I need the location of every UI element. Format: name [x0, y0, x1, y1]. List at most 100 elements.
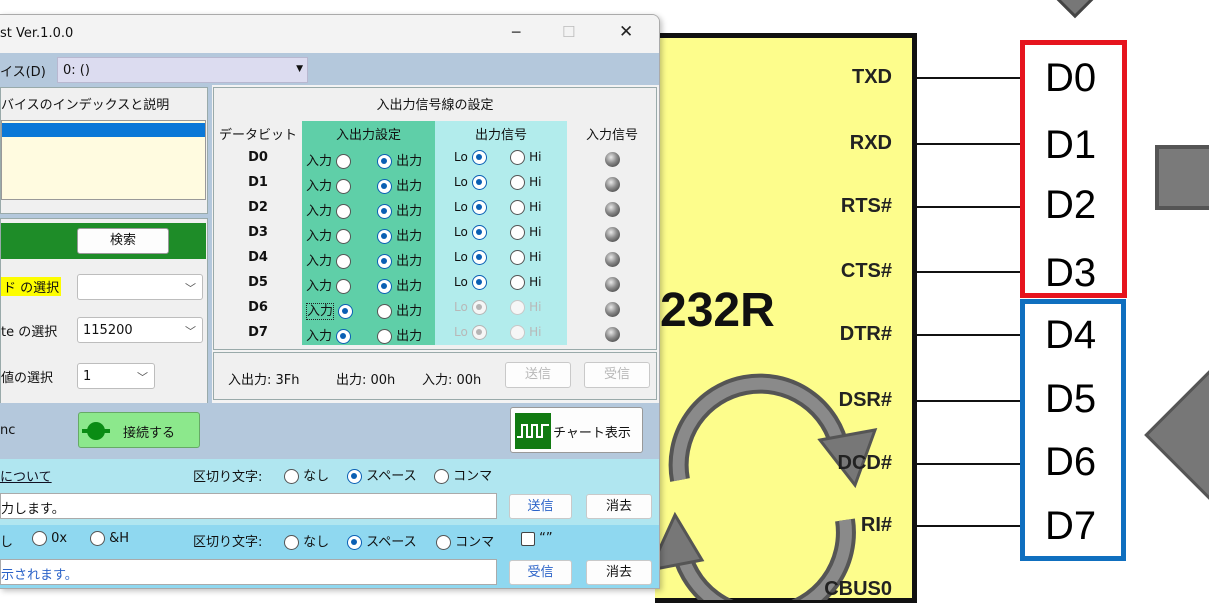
- io-hi-radio[interactable]: [510, 175, 525, 190]
- io-hi-radio[interactable]: [510, 225, 525, 240]
- baud-select[interactable]: 115200 ﹀: [77, 317, 203, 343]
- send-button[interactable]: 送信: [509, 494, 572, 519]
- value-select[interactable]: 1 ﹀: [77, 363, 155, 389]
- io-hi-radio[interactable]: [510, 300, 525, 315]
- title-bar[interactable]: st Ver.1.0.0 ─ ☐ ✕: [0, 15, 659, 53]
- io-in-option[interactable]: 入力: [306, 150, 352, 169]
- io-lo-radio[interactable]: [471, 300, 487, 315]
- io-out-option[interactable]: 出力: [377, 250, 422, 269]
- recv-opt-space[interactable]: スペース: [347, 531, 417, 550]
- io-in-radio[interactable]: [336, 229, 352, 244]
- recv-amp-radio[interactable]: [90, 531, 105, 546]
- io-hi-radio[interactable]: [510, 325, 525, 340]
- io-lo-radio[interactable]: [471, 325, 487, 340]
- io-out-option[interactable]: 出力: [377, 200, 422, 219]
- io-hi-option[interactable]: Hi: [510, 325, 542, 340]
- io-in-radio[interactable]: [336, 279, 352, 294]
- io-hi-option[interactable]: Hi: [510, 275, 542, 290]
- io-in-option[interactable]: 入力: [306, 275, 352, 294]
- recv-fmt-0x[interactable]: 0x: [32, 531, 67, 546]
- io-in-radio[interactable]: [336, 254, 352, 269]
- io-out-radio[interactable]: [377, 304, 392, 319]
- io-out-radio[interactable]: [377, 279, 392, 294]
- io-in-option[interactable]: 入力: [306, 225, 352, 244]
- io-hi-radio[interactable]: [510, 250, 525, 265]
- recv-0x-radio[interactable]: [32, 531, 47, 546]
- io-lo-option[interactable]: Lo: [454, 225, 487, 240]
- io-hi-radio[interactable]: [510, 200, 525, 215]
- io-lo-option[interactable]: Lo: [454, 325, 487, 340]
- io-out-option[interactable]: 出力: [377, 175, 422, 194]
- io-hi-option[interactable]: Hi: [510, 300, 542, 315]
- io-lo-option[interactable]: Lo: [454, 150, 487, 165]
- send-opt-space[interactable]: スペース: [347, 465, 417, 484]
- quote-checkbox[interactable]: [521, 531, 535, 546]
- io-out-radio[interactable]: [377, 154, 392, 169]
- io-in-radio[interactable]: [336, 204, 352, 219]
- io-lo-radio[interactable]: [471, 175, 487, 190]
- io-lo-radio[interactable]: [471, 275, 487, 290]
- recv-output[interactable]: 示されます。: [0, 559, 497, 585]
- quote-checkbox-group[interactable]: “”: [521, 531, 553, 546]
- io-lo-radio[interactable]: [471, 250, 487, 265]
- io-out-option[interactable]: 出力: [377, 300, 422, 319]
- search-button[interactable]: 検索: [77, 228, 169, 254]
- io-send-button[interactable]: 送信: [505, 362, 571, 388]
- mode-select[interactable]: ﹀: [77, 274, 203, 300]
- send-comma-radio[interactable]: [434, 469, 449, 484]
- io-lo-option[interactable]: Lo: [454, 275, 487, 290]
- io-out-radio[interactable]: [377, 204, 392, 219]
- io-hi-radio[interactable]: [510, 150, 525, 165]
- send-opt-comma[interactable]: コンマ: [434, 465, 492, 484]
- device-list[interactable]: [1, 120, 206, 200]
- io-in-radio[interactable]: [338, 304, 354, 319]
- recv-space-radio[interactable]: [347, 535, 362, 550]
- recv-opt-comma[interactable]: コンマ: [436, 531, 494, 550]
- device-select[interactable]: 0: () ▼: [57, 57, 308, 83]
- io-in-option[interactable]: 入力: [306, 200, 352, 219]
- io-lo-option[interactable]: Lo: [454, 300, 487, 315]
- connect-button[interactable]: 接続する: [78, 412, 200, 448]
- io-hi-option[interactable]: Hi: [510, 150, 542, 165]
- recv-none-radio[interactable]: [284, 535, 299, 550]
- io-in-radio[interactable]: [336, 179, 352, 194]
- io-in-option[interactable]: 入力: [306, 250, 352, 269]
- io-out-option[interactable]: 出力: [377, 150, 422, 169]
- io-lo-option[interactable]: Lo: [454, 250, 487, 265]
- recv-fmt-none[interactable]: し: [0, 531, 13, 550]
- io-out-radio[interactable]: [377, 254, 392, 269]
- io-in-radio[interactable]: [336, 154, 352, 169]
- io-hi-option[interactable]: Hi: [510, 250, 542, 265]
- io-recv-button[interactable]: 受信: [584, 362, 650, 388]
- io-in-option[interactable]: 入力: [306, 175, 352, 194]
- io-out-option[interactable]: 出力: [377, 225, 422, 244]
- send-space-radio[interactable]: [347, 469, 362, 484]
- io-lo-option[interactable]: Lo: [454, 175, 487, 190]
- device-list-selected-item[interactable]: [2, 123, 205, 137]
- io-hi-option[interactable]: Hi: [510, 200, 542, 215]
- io-lo-radio[interactable]: [471, 225, 487, 240]
- recv-opt-none[interactable]: なし: [284, 531, 329, 550]
- recv-fmt-amp[interactable]: &H: [90, 531, 129, 546]
- io-hi-option[interactable]: Hi: [510, 225, 542, 240]
- maximize-icon[interactable]: ☐: [562, 23, 575, 41]
- io-in-radio[interactable]: [336, 329, 352, 344]
- send-input[interactable]: 力します。: [0, 493, 497, 519]
- io-out-option[interactable]: 出力: [377, 275, 422, 294]
- io-lo-radio[interactable]: [471, 150, 487, 165]
- io-lo-radio[interactable]: [471, 200, 487, 215]
- send-link[interactable]: について: [0, 466, 52, 485]
- io-out-radio[interactable]: [377, 229, 392, 244]
- close-icon[interactable]: ✕: [619, 22, 633, 42]
- io-in-option[interactable]: 入力: [306, 325, 352, 344]
- chart-button[interactable]: チャート表示: [510, 407, 643, 453]
- minimize-icon[interactable]: ─: [512, 25, 520, 41]
- recv-button[interactable]: 受信: [509, 560, 572, 585]
- send-none-radio[interactable]: [284, 469, 299, 484]
- recv-clear-button[interactable]: 消去: [586, 560, 652, 585]
- recv-comma-radio[interactable]: [436, 535, 451, 550]
- io-hi-radio[interactable]: [510, 275, 525, 290]
- io-in-option[interactable]: 入力: [306, 300, 354, 320]
- io-out-radio[interactable]: [377, 329, 392, 344]
- io-lo-option[interactable]: Lo: [454, 200, 487, 215]
